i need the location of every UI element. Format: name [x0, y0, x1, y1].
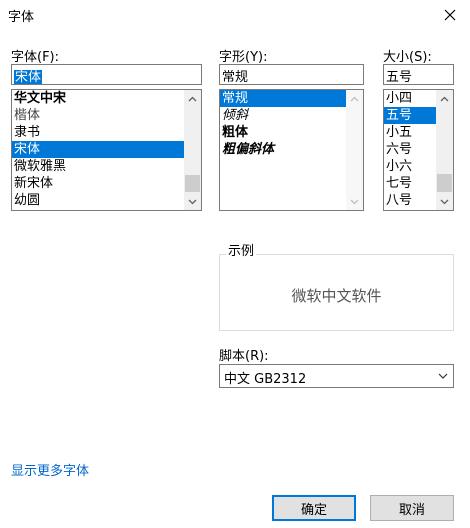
font-name-input[interactable]: 宋体 — [11, 64, 202, 85]
font-item-youyuan[interactable]: 幼圆 — [12, 192, 184, 209]
font-style-value: 常规 — [222, 70, 249, 85]
preview-sample-text: 微软中文软件 — [291, 287, 382, 305]
script-label: 脚本(R): — [219, 349, 269, 364]
font-size-list[interactable]: 小四 五号 小五 六号 小六 七号 八号 — [383, 89, 454, 211]
size-item-xiaowu[interactable]: 小五 — [384, 124, 436, 141]
title-bar: 字体 — [0, 0, 470, 30]
chevron-up-icon — [350, 96, 359, 101]
font-item-songti[interactable]: 宋体 — [12, 141, 184, 158]
size-item-qihao[interactable]: 七号 — [384, 175, 436, 192]
cancel-button[interactable]: 取消 — [370, 495, 454, 521]
chevron-down-icon — [438, 373, 448, 379]
font-style-list[interactable]: 常规 倾斜 粗体 粗偏斜体 — [219, 89, 364, 211]
preview-label: 示例 — [226, 240, 257, 259]
preview-box: 微软中文软件 — [219, 254, 454, 331]
font-item-kaiti[interactable]: 楷体 — [12, 107, 184, 124]
font-size-input[interactable]: 五号 — [383, 64, 454, 85]
close-button[interactable] — [438, 3, 462, 27]
script-value: 中文 GB2312 — [224, 372, 307, 387]
close-icon — [444, 9, 456, 21]
style-item-bold[interactable]: 粗体 — [220, 124, 346, 141]
style-list-scrollbar — [346, 90, 363, 210]
script-dropdown[interactable]: 中文 GB2312 — [219, 364, 454, 388]
size-list-items: 小四 五号 小五 六号 小六 七号 八号 — [384, 90, 436, 210]
style-scroll-up-button — [346, 90, 363, 107]
font-list[interactable]: 华文中宋 楷体 隶书 宋体 微软雅黑 新宋体 幼圆 — [11, 89, 202, 211]
font-style-input[interactable]: 常规 — [219, 64, 364, 85]
style-label: 字形(Y): — [219, 50, 268, 65]
chevron-up-icon — [440, 96, 449, 101]
chevron-up-icon — [188, 96, 197, 101]
font-list-scrollbar[interactable] — [184, 90, 201, 210]
font-item-lishu[interactable]: 隶书 — [12, 124, 184, 141]
chevron-down-icon — [350, 199, 359, 204]
font-scroll-up-button[interactable] — [184, 90, 201, 107]
size-scroll-up-button[interactable] — [436, 90, 453, 107]
size-item-xiaoliu[interactable]: 小六 — [384, 158, 436, 175]
size-scroll-thumb[interactable] — [437, 174, 452, 192]
style-item-bold-italic[interactable]: 粗偏斜体 — [220, 141, 346, 158]
font-item-huawenzhongsong[interactable]: 华文中宋 — [12, 90, 184, 107]
size-item-xiaosi[interactable]: 小四 — [384, 90, 436, 107]
font-name-value: 宋体 — [14, 70, 43, 85]
show-more-fonts-link[interactable]: 显示更多字体 — [11, 460, 89, 479]
font-dialog: 字体 字体(F): 宋体 华文中宋 楷体 隶书 宋体 微软雅黑 新宋体 幼圆 字… — [0, 0, 470, 528]
style-item-italic[interactable]: 倾斜 — [220, 107, 346, 124]
font-label: 字体(F): — [11, 50, 60, 65]
font-list-items: 华文中宋 楷体 隶书 宋体 微软雅黑 新宋体 幼圆 — [12, 90, 184, 210]
chevron-down-icon — [440, 199, 449, 204]
chevron-down-icon — [188, 199, 197, 204]
ok-button[interactable]: 确定 — [272, 495, 356, 521]
style-list-items: 常规 倾斜 粗体 粗偏斜体 — [220, 90, 346, 210]
size-list-scrollbar[interactable] — [436, 90, 453, 210]
size-scroll-down-button[interactable] — [436, 193, 453, 210]
font-item-yahei[interactable]: 微软雅黑 — [12, 158, 184, 175]
size-label: 大小(S): — [383, 50, 432, 65]
size-item-bahao[interactable]: 八号 — [384, 192, 436, 209]
size-item-wuhao[interactable]: 五号 — [384, 107, 436, 124]
style-scroll-down-button — [346, 193, 363, 210]
font-scroll-down-button[interactable] — [184, 193, 201, 210]
font-item-xinsongti[interactable]: 新宋体 — [12, 175, 184, 192]
font-size-value: 五号 — [386, 70, 413, 85]
font-scroll-thumb[interactable] — [185, 175, 200, 192]
size-item-liuhao[interactable]: 六号 — [384, 141, 436, 158]
window-title: 字体 — [8, 10, 35, 25]
style-item-regular[interactable]: 常规 — [220, 90, 346, 107]
